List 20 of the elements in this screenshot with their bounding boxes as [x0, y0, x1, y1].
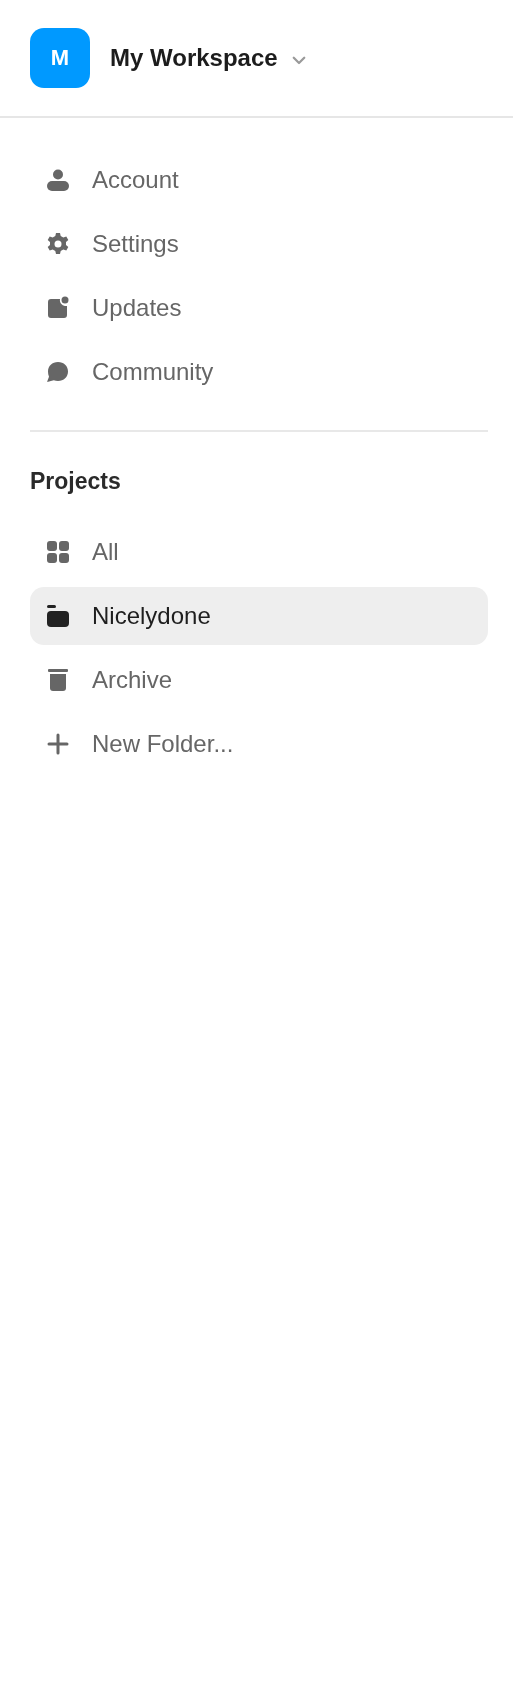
section-heading: Projects	[30, 468, 122, 495]
grid-icon	[46, 540, 70, 564]
folder-icon	[46, 604, 70, 628]
new-folder-button[interactable]: New Folder...	[30, 715, 488, 773]
workspace-avatar: M	[30, 28, 90, 88]
note-badge-icon	[46, 296, 70, 320]
project-item[interactable]: Nicelydone	[30, 587, 488, 645]
project-item[interactable]: Archive	[30, 651, 488, 709]
person-icon	[46, 168, 70, 192]
menu-item[interactable]: Account	[30, 148, 483, 212]
trash-icon	[46, 668, 70, 692]
workspace-header[interactable]: M My Workspace	[0, 0, 513, 118]
project-item[interactable]: All	[30, 523, 488, 581]
chat-bubble-icon	[46, 360, 70, 384]
menu-item[interactable]: Settings	[30, 212, 483, 276]
menu-item[interactable]: Community	[30, 340, 483, 404]
plus-icon	[46, 732, 70, 756]
menu-item[interactable]: Updates	[30, 276, 483, 340]
workspace-name: My Workspace	[110, 44, 278, 72]
settings-icon	[46, 232, 70, 256]
